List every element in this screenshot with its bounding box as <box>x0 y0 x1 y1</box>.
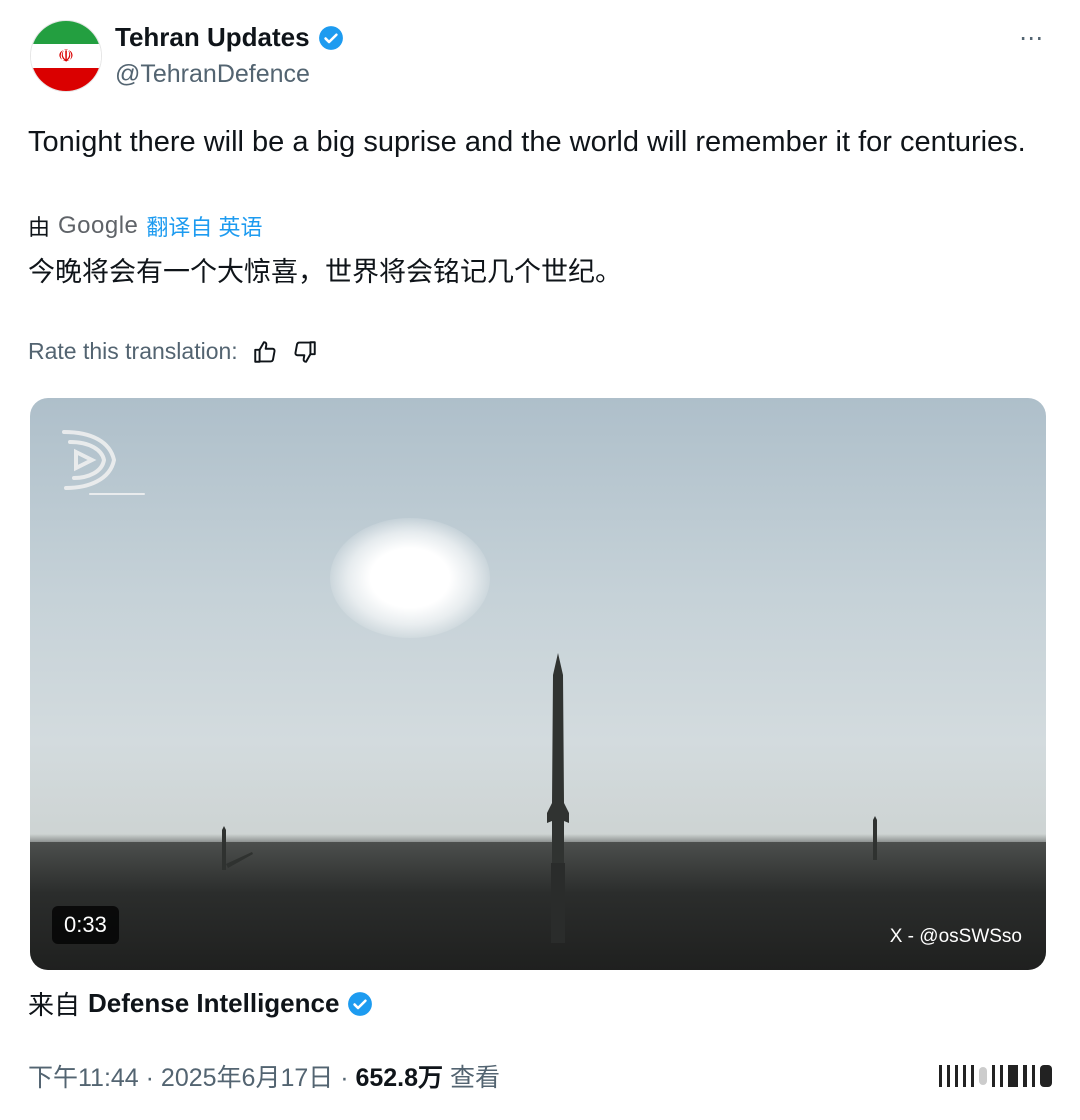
missile-center <box>547 653 569 943</box>
author-handle[interactable]: @TehranDefence <box>115 60 310 89</box>
google-logo: Google <box>58 212 139 239</box>
source-prefix: 来自 <box>28 990 81 1020</box>
thumbs-up-icon[interactable] <box>252 339 278 365</box>
video-player[interactable]: 0:33 X - @osSWSso <box>30 398 1046 970</box>
iran-emblem-icon: ☫ <box>57 45 75 66</box>
video-credit: X - @osSWSso <box>889 926 1022 947</box>
video-duration: 0:33 <box>52 906 119 944</box>
translate-source-link[interactable]: 翻译自 英语 <box>146 210 262 242</box>
rate-translation-label: Rate this translation: <box>28 338 238 364</box>
missile-left <box>222 826 253 870</box>
missile-right <box>873 816 877 860</box>
rate-translation: Rate this translation: <box>28 338 318 365</box>
watermark-bars <box>939 1065 1052 1087</box>
ground <box>30 842 1046 970</box>
avatar[interactable]: ☫ <box>30 20 102 92</box>
views-label: 查看 <box>443 1064 500 1092</box>
author-name[interactable]: Tehran Updates <box>115 22 310 53</box>
translated-text: 今晚将会有一个大惊喜，世界将会铭记几个世纪。 <box>28 257 622 287</box>
tweet-meta: 下午11:44 · 2025年6月17日 · 652.8万 查看 <box>28 1058 500 1094</box>
view-count: 652.8万 <box>355 1064 444 1092</box>
author-name-row[interactable]: Tehran Updates <box>115 22 344 53</box>
source-name[interactable]: Defense Intelligence <box>88 988 339 1019</box>
more-options-icon[interactable]: ⋯ <box>1019 24 1044 53</box>
sun-glare <box>330 518 490 638</box>
translated-prefix: 由 <box>28 215 51 240</box>
translated-by: 由 Google 翻译自 英语 <box>28 210 263 242</box>
tweet-text: Tonight there will be a big suprise and … <box>28 126 1026 158</box>
verified-badge-icon <box>318 25 343 50</box>
post-time[interactable]: 下午11:44 · 2025年6月17日 · <box>28 1064 355 1092</box>
verified-badge-icon <box>348 991 373 1016</box>
channel-logo-icon <box>62 430 145 495</box>
source-line: 来自 Defense Intelligence <box>28 985 373 1022</box>
thumbs-down-icon[interactable] <box>292 339 318 365</box>
